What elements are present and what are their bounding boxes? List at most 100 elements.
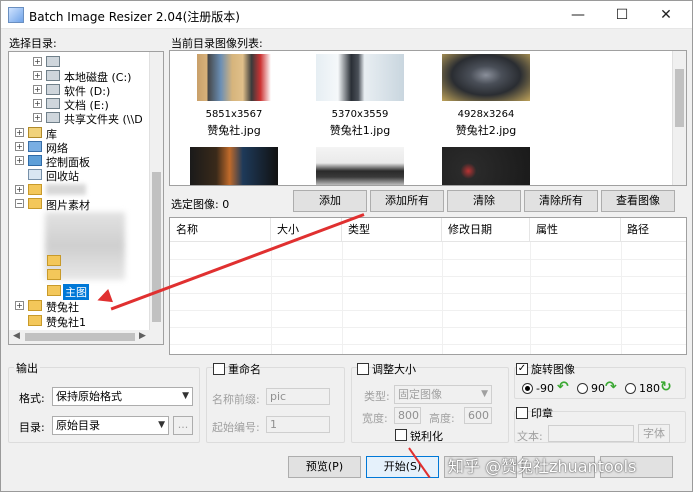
drive-icon: [46, 84, 60, 95]
thumbnail-image: [442, 54, 530, 101]
column-header-attributes[interactable]: 属性: [530, 218, 621, 242]
expand-icon[interactable]: +: [15, 142, 24, 151]
clear-button[interactable]: 清除: [447, 190, 521, 212]
expand-icon[interactable]: +: [33, 113, 42, 122]
collapse-icon[interactable]: −: [15, 199, 24, 208]
expand-icon[interactable]: +: [33, 57, 42, 66]
preview-button[interactable]: 预览(P): [288, 456, 361, 478]
thumbnail-image: [316, 54, 404, 101]
height-label: 高度:: [429, 412, 455, 425]
thumbnail-image: [190, 54, 278, 101]
app-window: Batch Image Resizer 2.04(注册版本) — ☐ ✕ 选择目…: [0, 0, 693, 492]
column-header-modified[interactable]: 修改日期: [442, 218, 530, 242]
folder-icon: [47, 285, 61, 296]
tree-item-recycle-bin[interactable]: 回收站: [9, 168, 149, 183]
selected-files-table[interactable]: 名称 大小 类型 修改日期 属性 路径: [169, 217, 687, 355]
thumbnail-panel[interactable]: 5851x3567 赞兔社.jpg 5370x3559 赞兔社1.jpg 492…: [169, 50, 687, 186]
expand-icon[interactable]: +: [15, 185, 24, 194]
output-group-title: 输出: [14, 360, 40, 376]
scroll-thumb[interactable]: [25, 333, 135, 341]
expand-icon[interactable]: +: [15, 156, 24, 165]
view-image-button[interactable]: 查看图像: [601, 190, 675, 212]
add-button[interactable]: 添加: [293, 190, 367, 212]
tree-item-picture-assets[interactable]: − 图片素材: [9, 197, 149, 212]
format-select[interactable]: 保持原始格式 ▼: [52, 387, 193, 406]
resize-type-label: 类型:: [364, 390, 390, 403]
tree-item-blurred[interactable]: +: [9, 183, 149, 197]
scroll-thumb[interactable]: [152, 172, 161, 322]
column-header-name[interactable]: 名称: [170, 218, 271, 242]
grid-line: [271, 242, 272, 354]
tree-item-c-drive[interactable]: + 本地磁盘 (C:): [9, 69, 149, 84]
stamp-checkbox[interactable]: [516, 407, 528, 419]
width-input[interactable]: 800: [394, 407, 421, 424]
tree-item-label: 赞兔社: [46, 301, 79, 314]
thumbnail-item[interactable]: 4928x3264 赞兔社2.jpg: [442, 54, 530, 137]
thumbnail-image: [316, 147, 404, 185]
sharpen-checkbox[interactable]: [395, 429, 407, 441]
drive-icon: [46, 70, 60, 81]
tree-item-zantushe1[interactable]: 赞兔社1: [9, 314, 149, 329]
thumbnail-item[interactable]: 5851x3567 赞兔社.jpg: [190, 54, 278, 137]
network-icon: [28, 141, 42, 152]
tree-item-main-image[interactable]: 主图: [9, 284, 149, 300]
tree-item-network[interactable]: + 网络: [9, 140, 149, 155]
tree-item-control-panel[interactable]: + 控制面板: [9, 154, 149, 169]
height-input[interactable]: 600: [464, 407, 492, 424]
resize-checkbox[interactable]: [357, 363, 369, 375]
expand-icon[interactable]: +: [15, 301, 24, 310]
stamp-text-label: 文本:: [517, 430, 543, 443]
column-header-size[interactable]: 大小: [271, 218, 342, 242]
prefix-input[interactable]: pic: [266, 388, 330, 405]
thumbnail-item[interactable]: 5370x3559 赞兔社1.jpg: [316, 54, 404, 137]
thumbnail-scrollbar[interactable]: [672, 51, 686, 185]
tree-item-label: 赞兔社1: [46, 316, 86, 329]
start-number-input[interactable]: 1: [266, 416, 330, 433]
add-all-button[interactable]: 添加所有: [370, 190, 444, 212]
tree-item-library[interactable]: + 库: [9, 126, 149, 141]
browse-button[interactable]: ...: [173, 416, 193, 435]
column-header-path[interactable]: 路径: [621, 218, 686, 242]
thumbnail-item[interactable]: [442, 147, 530, 185]
rotate-90-radio[interactable]: [577, 383, 588, 394]
tree-item-shared[interactable]: + 共享文件夹 (\\D: [9, 111, 149, 126]
thumbnail-item[interactable]: [316, 147, 404, 185]
font-button[interactable]: 字体: [638, 424, 670, 443]
resize-type-select[interactable]: 固定图像 ▼: [394, 385, 492, 404]
tree-item-e-drive[interactable]: + 文档 (E:): [9, 97, 149, 112]
expand-icon[interactable]: +: [33, 71, 42, 80]
chevron-down-icon: ▼: [158, 420, 165, 430]
prefix-label: 名称前缀:: [212, 393, 260, 406]
thumbnail-item[interactable]: [190, 147, 278, 185]
rotate-180-label: 180: [639, 382, 660, 395]
expand-icon[interactable]: +: [33, 99, 42, 108]
rename-checkbox[interactable]: [213, 363, 225, 375]
scroll-right-icon[interactable]: ▶: [139, 331, 146, 341]
folder-icon: [47, 255, 61, 266]
rotate-checkbox[interactable]: ✓: [516, 363, 528, 375]
scroll-thumb[interactable]: [675, 69, 684, 127]
clear-all-button[interactable]: 清除所有: [524, 190, 598, 212]
stamp-text-input[interactable]: [548, 425, 634, 442]
expand-icon[interactable]: +: [15, 128, 24, 137]
minimize-button[interactable]: —: [556, 1, 600, 29]
grid-line: [621, 242, 622, 354]
dir-select[interactable]: 原始目录 ▼: [52, 416, 169, 435]
tree-item-d-drive[interactable]: + 软件 (D:): [9, 83, 149, 98]
column-header-type[interactable]: 类型: [342, 218, 442, 242]
width-label: 宽度:: [362, 412, 388, 425]
close-button[interactable]: ✕: [644, 1, 688, 29]
thumbnail-name: 赞兔社1.jpg: [329, 124, 391, 137]
expand-icon[interactable]: +: [33, 85, 42, 94]
maximize-button[interactable]: ☐: [600, 1, 644, 29]
tree-horizontal-scrollbar[interactable]: ◀ ▶: [9, 330, 163, 344]
drive-icon: [46, 112, 60, 123]
stamp-title: 印章: [531, 407, 553, 420]
folder-icon: [28, 315, 42, 326]
tree-item-top[interactable]: +: [9, 55, 149, 69]
image-list-label: 当前目录图像列表:: [171, 37, 263, 50]
scroll-left-icon[interactable]: ◀: [13, 331, 20, 341]
directory-tree[interactable]: + + 本地磁盘 (C:) + 软件 (D:) + 文档 (E:) + 共享文件…: [8, 51, 164, 345]
rotate-minus90-radio[interactable]: [522, 383, 533, 394]
rotate-180-radio[interactable]: [625, 383, 636, 394]
